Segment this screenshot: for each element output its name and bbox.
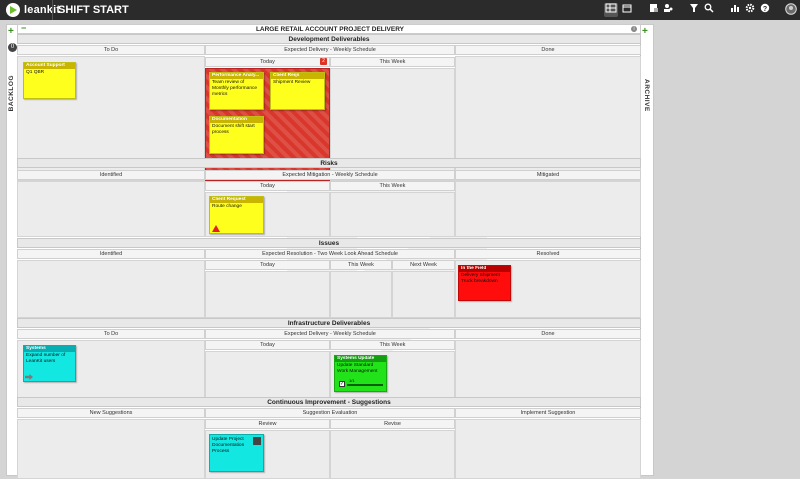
board-view-icon[interactable]: [604, 3, 618, 17]
task-progress-count: 1/1: [349, 378, 355, 383]
card-in-the-field[interactable]: In the Field Delivery Shipment Truck bre…: [458, 265, 511, 301]
card-performance-analysis[interactable]: Performance Analy... Team review of Mont…: [209, 72, 264, 110]
card-client-reqs[interactable]: Client Reqs Shipment Review: [270, 72, 325, 110]
cell-issues-identified[interactable]: [17, 260, 205, 318]
card-title: Delivery Shipment Truck breakdown: [461, 273, 500, 284]
column-header-mitigated[interactable]: Mitigated: [455, 170, 641, 180]
archive-label: ARCHIVE: [643, 79, 650, 112]
card-title: Expand number of LeanKit users: [26, 353, 66, 364]
cell-risks-identified[interactable]: [17, 181, 205, 237]
card-account-support[interactable]: Account Support Q1 QBR: [23, 62, 76, 99]
users-icon[interactable]: [662, 3, 674, 17]
svg-text:?: ?: [763, 6, 767, 13]
cell-issues-this-week[interactable]: [330, 271, 392, 318]
lane-header-risks[interactable]: Risks: [17, 158, 641, 168]
column-header-this-week[interactable]: This Week: [330, 57, 455, 67]
edit-card-icon[interactable]: [648, 3, 660, 17]
column-header-this-week[interactable]: This Week: [330, 340, 455, 350]
filter-icon[interactable]: [688, 3, 700, 17]
cell-risks-mitigated[interactable]: [455, 181, 641, 237]
cell-ci-implement[interactable]: [455, 419, 641, 479]
backlog-label: BACKLOG: [8, 75, 15, 112]
leankit-logo-icon: [6, 3, 20, 17]
column-header-identified[interactable]: Identified: [17, 170, 205, 180]
column-header-identified[interactable]: Identified: [17, 249, 205, 259]
board-title-bar: − LARGE RETAIL ACCOUNT PROJECT DELIVERY …: [17, 23, 641, 34]
column-header-today[interactable]: Today: [205, 181, 330, 191]
lane-header-development[interactable]: Development Deliverables: [17, 34, 641, 44]
cell-issues-today[interactable]: [205, 271, 330, 318]
column-header-this-week[interactable]: This Week: [330, 181, 455, 191]
column-header-todo[interactable]: To Do: [17, 45, 205, 55]
card-update-project[interactable]: Update Project Documentation Process: [209, 434, 264, 472]
column-header-expected-delivery[interactable]: Expected Delivery - Weekly Schedule: [205, 45, 455, 55]
cell-infra-today[interactable]: [205, 351, 330, 398]
column-header-review[interactable]: Review: [205, 419, 330, 429]
card-title: Team review of Monthly performance metri…: [212, 80, 258, 97]
warning-icon[interactable]: [212, 225, 220, 232]
card-systems-update[interactable]: Systems Update Update Standard Work Mana…: [334, 355, 387, 392]
column-header-expected-delivery[interactable]: Expected Delivery - Weekly Schedule: [205, 329, 455, 339]
search-icon[interactable]: [703, 3, 715, 17]
column-header-expected-mitigation[interactable]: Expected Mitigation - Weekly Schedule: [205, 170, 455, 180]
column-header-new-suggestions[interactable]: New Suggestions: [17, 408, 205, 418]
cell-ci-revise[interactable]: [330, 430, 455, 479]
board: − LARGE RETAIL ACCOUNT PROJECT DELIVERY …: [17, 23, 641, 479]
top-bar: leankit SHIFT START ?: [0, 0, 800, 20]
column-header-today[interactable]: Today: [205, 340, 330, 350]
card-title: Shipment Review: [273, 80, 311, 85]
lane-header-issues[interactable]: Issues: [17, 238, 641, 248]
column-header-next-week[interactable]: Next Week: [392, 260, 455, 270]
card-title: Q1 QBR: [26, 70, 45, 75]
wip-limit-badge: 2: [320, 58, 327, 65]
backlog-count-badge: 0: [8, 43, 17, 52]
lane-header-infrastructure[interactable]: Infrastructure Deliverables: [17, 318, 641, 328]
help-icon[interactable]: ?: [759, 3, 771, 17]
divider: [52, 0, 53, 20]
column-header-this-week[interactable]: This Week: [330, 260, 392, 270]
cell-ci-new[interactable]: [17, 419, 205, 479]
cell-infra-done[interactable]: [455, 340, 641, 398]
column-header-suggestion-evaluation[interactable]: Suggestion Evaluation: [205, 408, 455, 418]
add-archive-button[interactable]: +: [642, 27, 648, 37]
card-client-request[interactable]: Client Request Route change: [209, 196, 264, 234]
card-systems[interactable]: Systems Expand number of LeanKit users: [23, 345, 76, 382]
board-info-icon[interactable]: i: [631, 26, 637, 32]
attachment-image-icon[interactable]: [253, 437, 261, 445]
card-title: Update Standard Work Management: [337, 363, 378, 374]
card-documentation[interactable]: Documentation Document shift start proce…: [209, 116, 264, 154]
archive-panel[interactable]: + ARCHIVE: [640, 24, 654, 476]
calendar-icon[interactable]: [621, 3, 633, 17]
board-name[interactable]: SHIFT START: [58, 4, 129, 16]
column-header-done[interactable]: Done: [455, 329, 641, 339]
app-root: leankit SHIFT START ? + 0 BACKLOG + ARCH…: [0, 0, 800, 479]
column-header-todo[interactable]: To Do: [17, 329, 205, 339]
board-title: LARGE RETAIL ACCOUNT PROJECT DELIVERY: [255, 26, 405, 33]
cell-issues-next-week[interactable]: [392, 271, 455, 318]
card-title: Route change: [212, 204, 242, 209]
column-header-done[interactable]: Done: [455, 45, 641, 55]
card-title: Document shift start process: [212, 124, 255, 135]
brand-name: leankit: [24, 4, 61, 16]
settings-icon[interactable]: [744, 3, 756, 17]
column-header-today[interactable]: Today: [205, 260, 330, 270]
checkbox-icon[interactable]: ✓: [339, 381, 345, 387]
column-header-resolved[interactable]: Resolved: [455, 249, 641, 259]
avatar[interactable]: [784, 3, 798, 17]
cell-risks-this-week[interactable]: [330, 192, 455, 237]
lane-header-continuous-improvement[interactable]: Continuous Improvement - Suggestions: [17, 397, 641, 407]
task-progress-bar: [347, 384, 383, 386]
column-header-today[interactable]: Today: [205, 57, 330, 67]
analytics-icon[interactable]: [729, 3, 741, 17]
column-header-implement-suggestion[interactable]: Implement Suggestion: [455, 408, 641, 418]
column-header-revise[interactable]: Revise: [330, 419, 455, 429]
add-backlog-card-button[interactable]: +: [8, 27, 14, 37]
blocked-arrow-icon[interactable]: [25, 374, 33, 380]
card-type: Performance Analy...: [210, 73, 263, 79]
column-header-expected-resolution[interactable]: Expected Resolution - Two Week Look Ahea…: [205, 249, 455, 259]
